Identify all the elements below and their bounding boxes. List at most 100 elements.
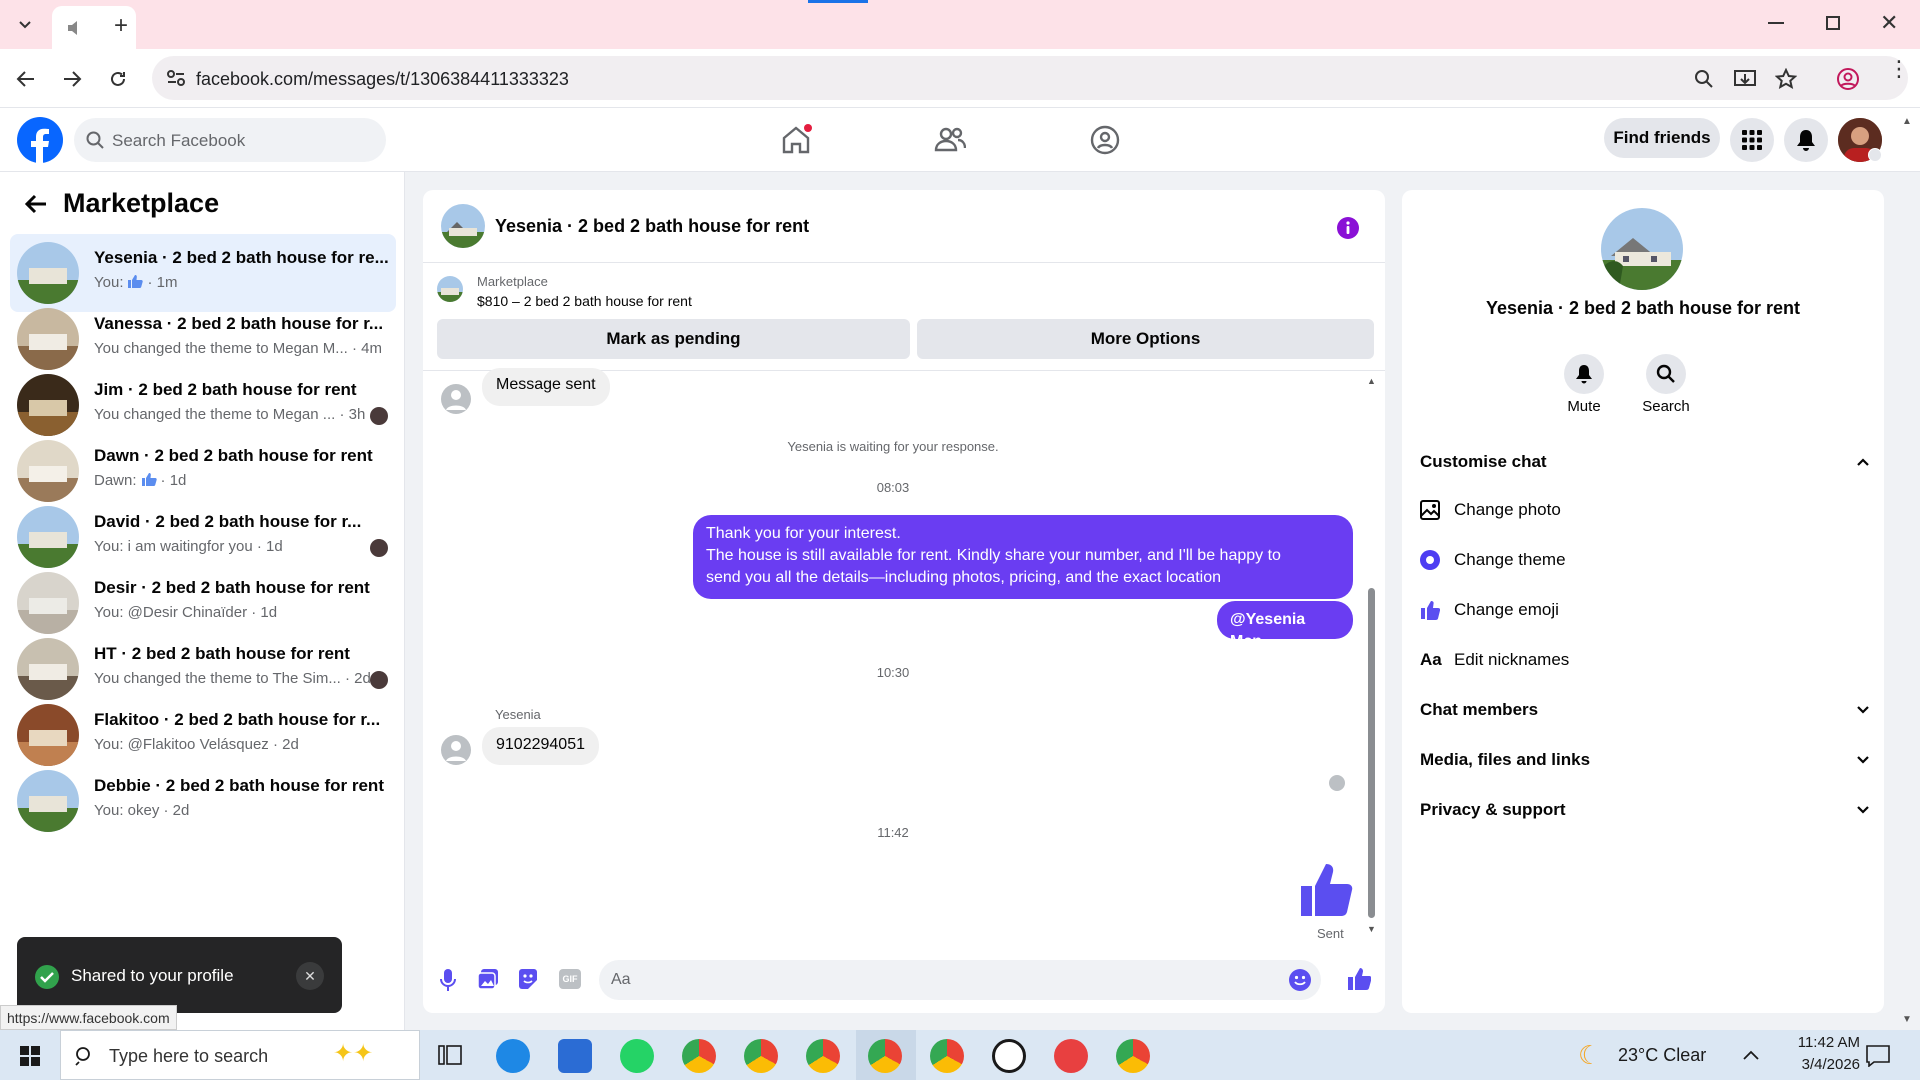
restore-button[interactable] [1826,16,1840,30]
conversation-thumbnail [17,308,79,370]
chrome-profile-icon[interactable] [1116,1039,1150,1073]
app-icon[interactable] [1054,1039,1088,1073]
zoom-icon[interactable] [1694,69,1714,89]
timestamp-1142: 11:42 [877,825,909,840]
change-photo-option[interactable]: Change photo [1420,500,1561,520]
snippet-time: · 4m [351,340,382,357]
notifications-button[interactable] [1784,118,1828,162]
seen-by-avatar [370,407,388,425]
site-info-icon[interactable] [166,69,186,87]
edit-nicknames-option[interactable]: Aa Edit nicknames [1420,650,1569,670]
conversation-avatar[interactable] [1601,208,1683,290]
snippet-time: · 1m [147,274,178,291]
conversation-item[interactable]: Debbie · 2 bed 2 bath house for rent You:… [10,762,396,840]
sender-avatar[interactable] [441,735,471,765]
bookmark-star-icon[interactable] [1775,68,1797,90]
big-like-icon[interactable] [1299,862,1355,918]
chrome-icon[interactable] [682,1039,716,1073]
page-scroll-up-arrow[interactable]: ▲ [1902,116,1912,127]
windows-start-icon[interactable] [20,1046,40,1066]
photo-icon[interactable] [477,968,499,990]
listing-thumbnail[interactable] [437,276,463,302]
toast-notification: Shared to your profile ✕ [17,937,342,1013]
page-scroll-down-arrow[interactable]: ▼ [1902,1014,1912,1025]
chatgpt-icon[interactable] [992,1039,1026,1073]
info-icon[interactable] [1336,216,1360,240]
sender-avatar[interactable] [441,384,471,414]
search-in-conversation-button[interactable] [1646,354,1686,394]
weather-text[interactable]: 23°C Clear [1618,1045,1706,1066]
task-view-icon[interactable] [438,1044,462,1066]
outgoing-message[interactable]: Thank you for your interest. The house i… [693,515,1353,599]
toast-close-icon[interactable]: ✕ [296,962,324,990]
gif-icon[interactable]: GIF [559,969,581,989]
url-text[interactable]: facebook.com/messages/t/1306384411333323 [196,69,569,90]
chrome-profile-icon[interactable] [930,1039,964,1073]
edge-icon[interactable] [496,1039,530,1073]
conversation-thumbnail [17,770,79,832]
chrome-profile-icon[interactable] [806,1039,840,1073]
change-theme-option[interactable]: Change theme [1420,550,1566,570]
microphone-icon[interactable] [439,968,457,992]
menu-button[interactable] [1730,118,1774,162]
snippet-text: You changed the theme to Megan M... [94,340,348,357]
friends-icon[interactable] [934,124,966,156]
mention-bubble[interactable]: @Yesenia Mcn [1217,601,1353,650]
groups-icon[interactable] [1089,124,1121,156]
more-options-button[interactable]: More Options [917,319,1374,359]
minimize-button[interactable] [1768,22,1784,24]
divider [423,262,1385,263]
scroll-down-arrow[interactable]: ▼ [1367,924,1376,934]
chrome-profile-active-icon[interactable] [868,1039,902,1073]
listing-title[interactable]: $810 – 2 bed 2 bath house for rent [477,293,692,309]
default-avatar-icon [446,741,466,761]
profile-icon[interactable] [1836,67,1860,91]
home-icon[interactable] [780,124,812,156]
chat-header-avatar[interactable] [441,204,485,248]
scrollbar-thumb[interactable] [1368,588,1375,918]
scroll-up-arrow[interactable]: ▲ [1367,376,1376,386]
mark-as-pending-button[interactable]: Mark as pending [437,319,910,359]
default-avatar-icon [446,390,466,410]
taskbar-search-box[interactable]: Type here to search ✦✦ [60,1030,420,1080]
change-emoji-option[interactable]: Change emoji [1420,600,1559,620]
speaker-icon [68,21,77,35]
clock-date[interactable]: 3/4/2026 [1760,1056,1860,1073]
sticker-icon[interactable] [517,968,539,990]
snippet-time: · 2d [345,670,371,687]
back-icon[interactable] [16,70,36,88]
facebook-logo-icon[interactable] [17,117,63,163]
phone-number-message[interactable]: 9102294051 [482,727,599,765]
install-app-icon[interactable] [1734,69,1756,89]
snippet-time: · 1d [160,472,187,489]
store-icon[interactable] [558,1039,592,1073]
back-arrow-icon[interactable] [24,194,48,214]
customise-chat-section[interactable]: Customise chat [1420,452,1870,472]
sender-name: Yesenia [495,707,541,722]
clock-time[interactable]: 11:42 AM [1760,1034,1860,1051]
close-window-button[interactable]: ✕ [1880,10,1898,36]
new-tab-button[interactable]: + [114,12,128,40]
privacy-support-section[interactable]: Privacy & support [1420,800,1870,820]
like-send-icon[interactable] [1347,967,1371,991]
chrome-profile-icon[interactable] [744,1039,778,1073]
emoji-icon[interactable] [1289,969,1311,991]
message-sent-bubble[interactable]: Message sent [482,368,610,406]
account-chevron-icon[interactable] [1868,148,1882,162]
messages-scrollbar[interactable]: ▲ ▼ [1365,376,1377,934]
message-input[interactable]: Aa [599,960,1321,1000]
chat-members-section[interactable]: Chat members [1420,700,1870,720]
tab-list-chevron-icon[interactable] [10,12,40,38]
whatsapp-icon[interactable] [620,1039,654,1073]
find-friends-button[interactable]: Find friends [1604,118,1720,158]
conversation-snippet: You: · 1m [94,274,177,291]
chat-title[interactable]: Yesenia · 2 bed 2 bath house for rent [495,216,809,237]
media-files-links-section[interactable]: Media, files and links [1420,750,1870,770]
mute-button[interactable] [1564,354,1604,394]
reload-icon[interactable] [108,69,128,89]
system-tray-chevron-icon[interactable] [1742,1049,1760,1061]
search-facebook-field[interactable]: Search Facebook [74,118,386,162]
notification-center-icon[interactable] [1866,1045,1890,1067]
browser-menu-icon[interactable]: ⋮ [1888,58,1910,80]
forward-icon[interactable] [62,70,82,88]
